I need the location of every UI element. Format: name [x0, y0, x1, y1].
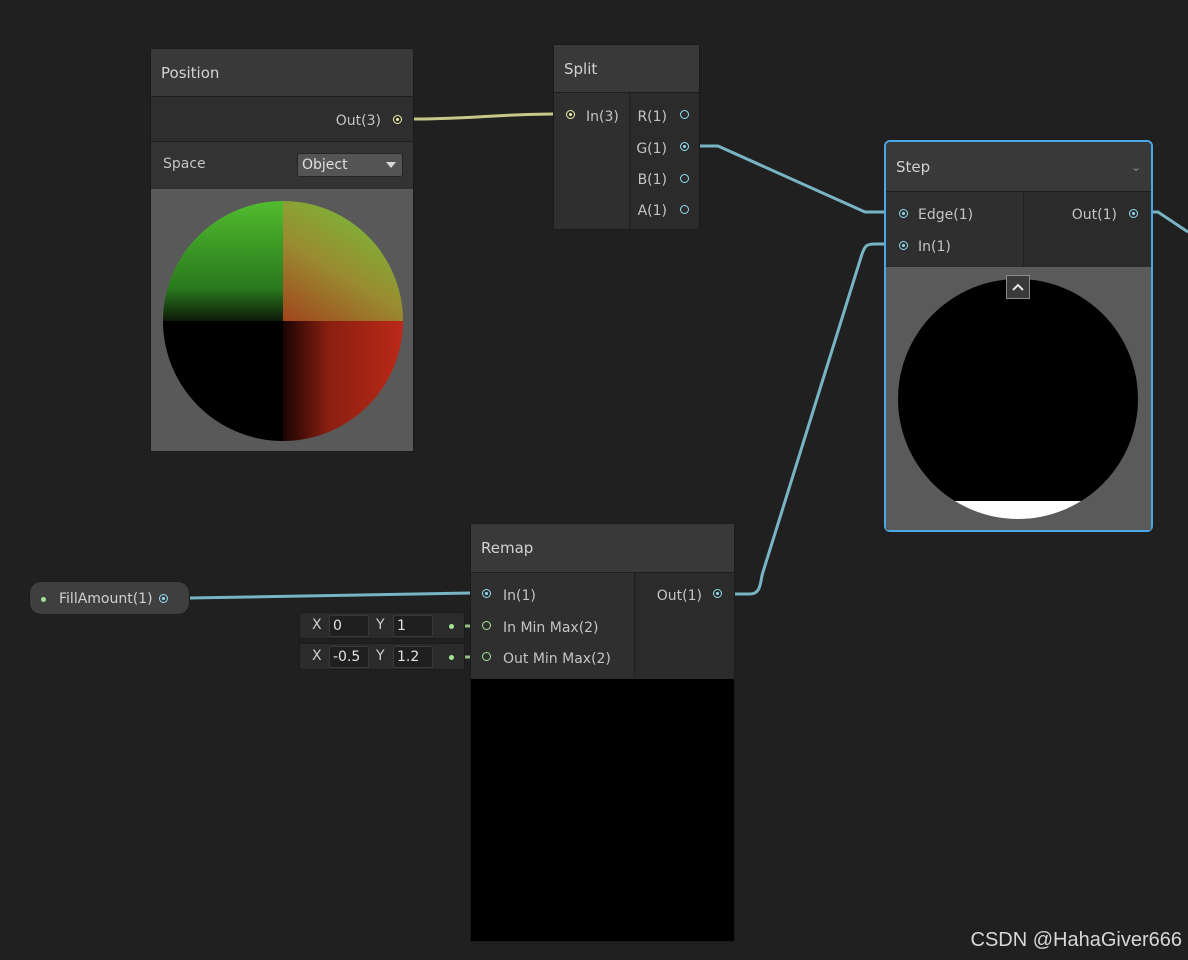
- step-title-text: Step: [896, 158, 931, 176]
- in-min-max-port[interactable]: [482, 621, 491, 630]
- preview-area: [151, 189, 413, 451]
- input-section: [886, 192, 1024, 266]
- property-label: FillAmount(1): [59, 591, 153, 607]
- out-port[interactable]: [159, 594, 168, 603]
- space-dropdown[interactable]: Object: [297, 153, 403, 177]
- out-min-max-label: Out Min Max(2): [503, 651, 611, 667]
- out-min-max-field[interactable]: X -0.5 Y 1.2: [299, 643, 465, 670]
- output-section: [1024, 192, 1151, 266]
- r-port-label: R(1): [637, 109, 667, 125]
- in-min-max-field[interactable]: X 0 Y 1: [299, 612, 465, 639]
- step-node[interactable]: Step ⌄ Edge(1) In(1) Out(1): [884, 140, 1153, 532]
- chevron-up-icon: [1012, 283, 1024, 291]
- out-port-label: Out(1): [1071, 207, 1117, 223]
- x-axis-label: X: [312, 617, 322, 633]
- in-min-max-y-input[interactable]: 1: [393, 615, 433, 637]
- preview-area: [886, 267, 1151, 530]
- in-port[interactable]: [899, 241, 908, 250]
- b-port[interactable]: [680, 174, 689, 183]
- split-node[interactable]: Split In(3) R(1) G(1) B(1) A(1): [553, 44, 700, 230]
- in-min-max-label: In Min Max(2): [503, 620, 599, 636]
- in-port[interactable]: [482, 589, 491, 598]
- node-title[interactable]: Step ⌄: [886, 142, 1151, 192]
- position-node[interactable]: Position Out(3) Space Object: [150, 48, 414, 452]
- out-min-max-x-input[interactable]: -0.5: [329, 646, 369, 668]
- wire-position-to-split: [400, 112, 568, 121]
- chevron-down-icon[interactable]: ⌄: [1131, 142, 1141, 192]
- out-port-label: Out(1): [656, 588, 702, 604]
- b-port-label: B(1): [637, 172, 667, 188]
- edge-port-label: Edge(1): [918, 207, 974, 223]
- connector-dot: [449, 624, 454, 629]
- connector-dot: [449, 655, 454, 660]
- wire-remap-out-to-step-in: [720, 242, 900, 596]
- in-min-max-x-input[interactable]: 0: [329, 615, 369, 637]
- property-exposed-dot: [41, 597, 46, 602]
- x-axis-label: X: [312, 648, 322, 664]
- node-title[interactable]: Split: [554, 45, 699, 93]
- out-port[interactable]: [393, 115, 402, 124]
- out-port[interactable]: [713, 589, 722, 598]
- wire-fillamount-to-remap: [166, 591, 484, 600]
- node-title[interactable]: Remap: [471, 524, 734, 573]
- r-port[interactable]: [680, 110, 689, 119]
- g-port[interactable]: [680, 142, 689, 151]
- a-port-label: A(1): [637, 203, 667, 219]
- y-axis-label: Y: [376, 617, 385, 633]
- out-port[interactable]: [1129, 209, 1138, 218]
- collapse-preview-button[interactable]: [1006, 275, 1030, 299]
- fill-amount-property-node[interactable]: FillAmount(1): [29, 581, 190, 615]
- in-port-label: In(3): [586, 109, 619, 125]
- out-port-label: Out(3): [335, 113, 381, 129]
- space-dropdown-value: Object: [302, 157, 348, 173]
- g-port-label: G(1): [636, 141, 667, 157]
- in-port[interactable]: [566, 110, 575, 119]
- edge-port[interactable]: [899, 209, 908, 218]
- remap-node[interactable]: Remap In(1) In Min Max(2) Out Min Max(2)…: [470, 523, 735, 942]
- preview-area: [471, 679, 734, 941]
- step-preview-sphere: [898, 279, 1138, 519]
- position-preview-sphere: [163, 201, 403, 441]
- in-port-label: In(1): [503, 588, 536, 604]
- watermark: CSDN @HahaGiver666: [970, 929, 1183, 951]
- wire-split-g-to-step-edge: [686, 144, 900, 214]
- out-min-max-port[interactable]: [482, 652, 491, 661]
- out-min-max-y-input[interactable]: 1.2: [393, 646, 433, 668]
- shader-graph-canvas[interactable]: Position Out(3) Space Object Split In(3)…: [0, 0, 1188, 960]
- node-title[interactable]: Position: [151, 49, 413, 97]
- y-axis-label: Y: [376, 648, 385, 664]
- dropdown-arrow-icon: [386, 162, 396, 168]
- a-port[interactable]: [680, 205, 689, 214]
- space-label: Space: [163, 156, 206, 172]
- in-port-label: In(1): [918, 239, 951, 255]
